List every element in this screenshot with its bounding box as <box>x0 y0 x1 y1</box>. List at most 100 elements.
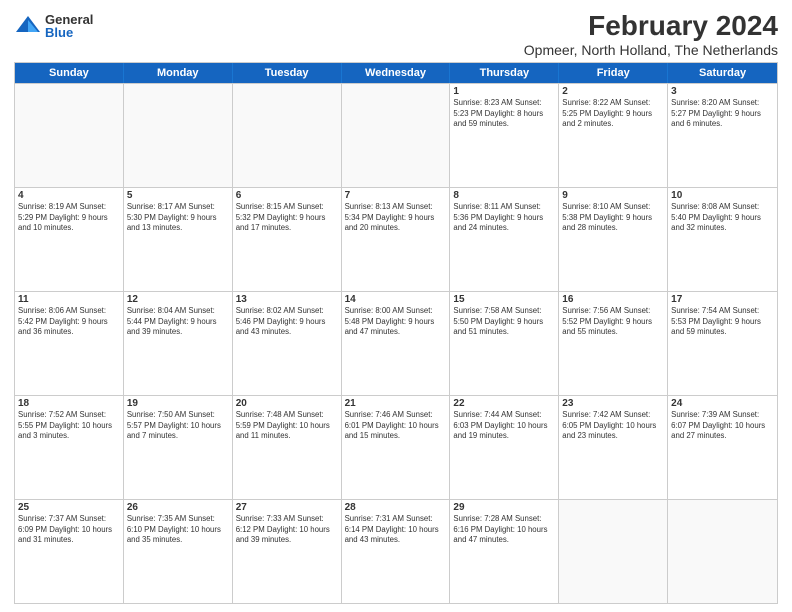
calendar-cell <box>233 84 342 187</box>
day-number: 24 <box>671 398 774 409</box>
day-number: 9 <box>562 190 664 201</box>
calendar-cell: 1Sunrise: 8:23 AM Sunset: 5:23 PM Daylig… <box>450 84 559 187</box>
day-info: Sunrise: 8:20 AM Sunset: 5:27 PM Dayligh… <box>671 98 774 130</box>
day-number: 14 <box>345 294 447 305</box>
calendar-cell: 22Sunrise: 7:44 AM Sunset: 6:03 PM Dayli… <box>450 396 559 499</box>
calendar-cell: 7Sunrise: 8:13 AM Sunset: 5:34 PM Daylig… <box>342 188 451 291</box>
day-info: Sunrise: 8:17 AM Sunset: 5:30 PM Dayligh… <box>127 202 229 234</box>
day-number: 4 <box>18 190 120 201</box>
logo-icon <box>14 12 42 40</box>
calendar-cell <box>342 84 451 187</box>
calendar-cell: 28Sunrise: 7:31 AM Sunset: 6:14 PM Dayli… <box>342 500 451 603</box>
title-block: February 2024 Opmeer, North Holland, The… <box>524 10 778 58</box>
day-number: 10 <box>671 190 774 201</box>
day-info: Sunrise: 8:23 AM Sunset: 5:23 PM Dayligh… <box>453 98 555 130</box>
day-number: 17 <box>671 294 774 305</box>
calendar-cell: 14Sunrise: 8:00 AM Sunset: 5:48 PM Dayli… <box>342 292 451 395</box>
day-number: 13 <box>236 294 338 305</box>
calendar-cell: 3Sunrise: 8:20 AM Sunset: 5:27 PM Daylig… <box>668 84 777 187</box>
header-day-tuesday: Tuesday <box>233 63 342 83</box>
calendar-cell <box>559 500 668 603</box>
calendar-cell: 13Sunrise: 8:02 AM Sunset: 5:46 PM Dayli… <box>233 292 342 395</box>
day-number: 6 <box>236 190 338 201</box>
header-day-thursday: Thursday <box>450 63 559 83</box>
calendar-cell <box>15 84 124 187</box>
calendar-cell: 15Sunrise: 7:58 AM Sunset: 5:50 PM Dayli… <box>450 292 559 395</box>
month-year-title: February 2024 <box>524 10 778 42</box>
day-number: 8 <box>453 190 555 201</box>
day-info: Sunrise: 7:31 AM Sunset: 6:14 PM Dayligh… <box>345 514 447 546</box>
day-number: 5 <box>127 190 229 201</box>
calendar-cell <box>668 500 777 603</box>
day-info: Sunrise: 7:28 AM Sunset: 6:16 PM Dayligh… <box>453 514 555 546</box>
calendar-cell <box>124 84 233 187</box>
day-number: 25 <box>18 502 120 513</box>
day-info: Sunrise: 7:42 AM Sunset: 6:05 PM Dayligh… <box>562 410 664 442</box>
day-info: Sunrise: 7:52 AM Sunset: 5:55 PM Dayligh… <box>18 410 120 442</box>
calendar-body: 1Sunrise: 8:23 AM Sunset: 5:23 PM Daylig… <box>15 83 777 603</box>
calendar-cell: 21Sunrise: 7:46 AM Sunset: 6:01 PM Dayli… <box>342 396 451 499</box>
day-info: Sunrise: 7:39 AM Sunset: 6:07 PM Dayligh… <box>671 410 774 442</box>
calendar-cell: 25Sunrise: 7:37 AM Sunset: 6:09 PM Dayli… <box>15 500 124 603</box>
day-info: Sunrise: 8:08 AM Sunset: 5:40 PM Dayligh… <box>671 202 774 234</box>
calendar-cell: 12Sunrise: 8:04 AM Sunset: 5:44 PM Dayli… <box>124 292 233 395</box>
day-number: 27 <box>236 502 338 513</box>
calendar-cell: 18Sunrise: 7:52 AM Sunset: 5:55 PM Dayli… <box>15 396 124 499</box>
calendar-cell: 29Sunrise: 7:28 AM Sunset: 6:16 PM Dayli… <box>450 500 559 603</box>
logo-text: General Blue <box>45 13 93 39</box>
day-number: 7 <box>345 190 447 201</box>
header-day-friday: Friday <box>559 63 668 83</box>
location-label: Opmeer, North Holland, The Netherlands <box>524 42 778 58</box>
calendar-cell: 5Sunrise: 8:17 AM Sunset: 5:30 PM Daylig… <box>124 188 233 291</box>
calendar: SundayMondayTuesdayWednesdayThursdayFrid… <box>14 62 778 604</box>
day-info: Sunrise: 8:10 AM Sunset: 5:38 PM Dayligh… <box>562 202 664 234</box>
calendar-cell: 10Sunrise: 8:08 AM Sunset: 5:40 PM Dayli… <box>668 188 777 291</box>
calendar-cell: 6Sunrise: 8:15 AM Sunset: 5:32 PM Daylig… <box>233 188 342 291</box>
calendar-cell: 8Sunrise: 8:11 AM Sunset: 5:36 PM Daylig… <box>450 188 559 291</box>
day-info: Sunrise: 7:58 AM Sunset: 5:50 PM Dayligh… <box>453 306 555 338</box>
day-number: 11 <box>18 294 120 305</box>
day-number: 26 <box>127 502 229 513</box>
day-info: Sunrise: 7:46 AM Sunset: 6:01 PM Dayligh… <box>345 410 447 442</box>
header: General Blue February 2024 Opmeer, North… <box>14 10 778 58</box>
day-info: Sunrise: 7:35 AM Sunset: 6:10 PM Dayligh… <box>127 514 229 546</box>
calendar-row-1: 4Sunrise: 8:19 AM Sunset: 5:29 PM Daylig… <box>15 187 777 291</box>
day-info: Sunrise: 7:37 AM Sunset: 6:09 PM Dayligh… <box>18 514 120 546</box>
day-number: 12 <box>127 294 229 305</box>
day-info: Sunrise: 8:00 AM Sunset: 5:48 PM Dayligh… <box>345 306 447 338</box>
calendar-row-3: 18Sunrise: 7:52 AM Sunset: 5:55 PM Dayli… <box>15 395 777 499</box>
logo: General Blue <box>14 12 93 40</box>
day-info: Sunrise: 7:48 AM Sunset: 5:59 PM Dayligh… <box>236 410 338 442</box>
calendar-header-row: SundayMondayTuesdayWednesdayThursdayFrid… <box>15 63 777 83</box>
day-number: 3 <box>671 86 774 97</box>
day-info: Sunrise: 8:04 AM Sunset: 5:44 PM Dayligh… <box>127 306 229 338</box>
day-info: Sunrise: 7:44 AM Sunset: 6:03 PM Dayligh… <box>453 410 555 442</box>
calendar-cell: 24Sunrise: 7:39 AM Sunset: 6:07 PM Dayli… <box>668 396 777 499</box>
day-number: 2 <box>562 86 664 97</box>
day-info: Sunrise: 8:22 AM Sunset: 5:25 PM Dayligh… <box>562 98 664 130</box>
day-number: 23 <box>562 398 664 409</box>
day-info: Sunrise: 8:19 AM Sunset: 5:29 PM Dayligh… <box>18 202 120 234</box>
day-number: 29 <box>453 502 555 513</box>
header-day-wednesday: Wednesday <box>342 63 451 83</box>
calendar-cell: 19Sunrise: 7:50 AM Sunset: 5:57 PM Dayli… <box>124 396 233 499</box>
day-number: 22 <box>453 398 555 409</box>
day-number: 28 <box>345 502 447 513</box>
day-number: 15 <box>453 294 555 305</box>
day-info: Sunrise: 8:11 AM Sunset: 5:36 PM Dayligh… <box>453 202 555 234</box>
calendar-row-2: 11Sunrise: 8:06 AM Sunset: 5:42 PM Dayli… <box>15 291 777 395</box>
day-info: Sunrise: 8:13 AM Sunset: 5:34 PM Dayligh… <box>345 202 447 234</box>
day-number: 18 <box>18 398 120 409</box>
header-day-monday: Monday <box>124 63 233 83</box>
page: General Blue February 2024 Opmeer, North… <box>0 0 792 612</box>
calendar-cell: 17Sunrise: 7:54 AM Sunset: 5:53 PM Dayli… <box>668 292 777 395</box>
calendar-cell: 27Sunrise: 7:33 AM Sunset: 6:12 PM Dayli… <box>233 500 342 603</box>
calendar-cell: 23Sunrise: 7:42 AM Sunset: 6:05 PM Dayli… <box>559 396 668 499</box>
day-number: 19 <box>127 398 229 409</box>
day-number: 21 <box>345 398 447 409</box>
calendar-cell: 16Sunrise: 7:56 AM Sunset: 5:52 PM Dayli… <box>559 292 668 395</box>
day-info: Sunrise: 8:15 AM Sunset: 5:32 PM Dayligh… <box>236 202 338 234</box>
calendar-cell: 2Sunrise: 8:22 AM Sunset: 5:25 PM Daylig… <box>559 84 668 187</box>
day-info: Sunrise: 8:02 AM Sunset: 5:46 PM Dayligh… <box>236 306 338 338</box>
logo-blue-label: Blue <box>45 26 93 39</box>
